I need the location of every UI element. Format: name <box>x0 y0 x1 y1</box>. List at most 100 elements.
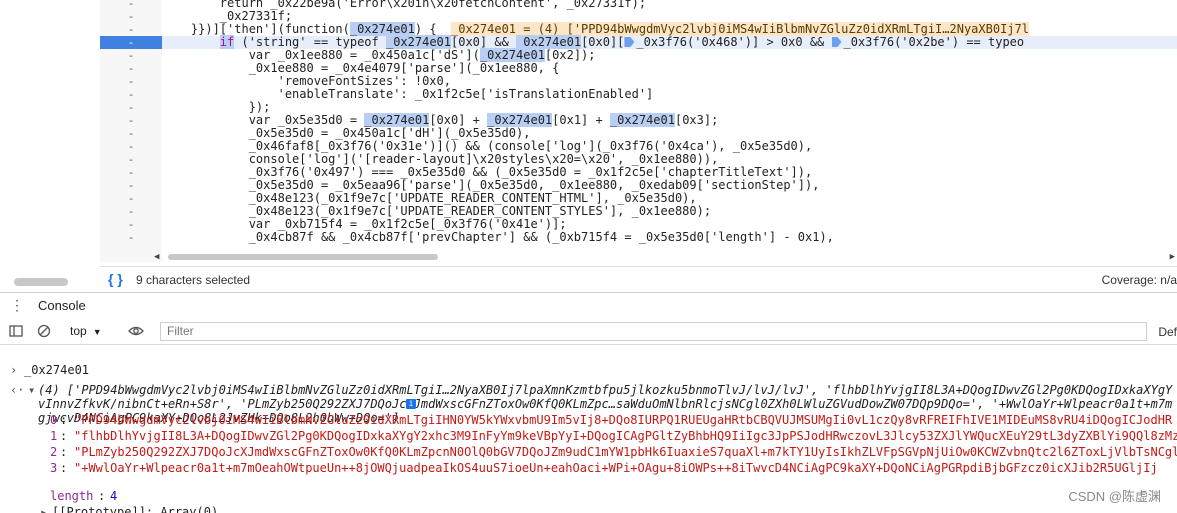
separator: : <box>60 445 68 459</box>
gutter-marker[interactable]: - <box>100 101 162 114</box>
gutter-marker[interactable]: - <box>100 179 162 192</box>
selection-status: 9 characters selected <box>136 273 251 287</box>
array-value: "PPD94bWwgdmVyc2lvbj0iMS4wIiBlbmNvZGluZz… <box>74 413 1173 427</box>
gutter-marker[interactable]: - <box>100 10 162 23</box>
watermark: CSDN @陈虚渊 <box>1068 489 1161 504</box>
code-token: ('string' == typeof <box>234 35 386 49</box>
code-token: }); <box>162 100 271 114</box>
highlighted-token: _0x274e01 <box>487 113 553 127</box>
expand-arrow-icon[interactable]: ▾ <box>28 383 35 397</box>
gutter-marker[interactable]: - <box>100 192 162 205</box>
code-token: [0x0][ <box>581 35 625 49</box>
highlighted-token: _0x274e01 <box>609 113 675 127</box>
code-token: var _0x1ee880 = _0x450a1c['dS']( <box>162 48 480 62</box>
prototype-row[interactable]: ▸ [[Prototype]]: Array(0) <box>0 491 1177 513</box>
filter-input[interactable] <box>160 322 1147 341</box>
array-index: 1 <box>50 429 58 443</box>
context-label: top <box>70 324 87 338</box>
highlighted-token: _0x274e01 <box>516 35 582 49</box>
code-token: [0x0] + <box>429 113 488 127</box>
menu-dots-icon[interactable]: ⋮ <box>10 297 24 314</box>
scroll-thumb[interactable] <box>168 254 438 260</box>
inline-value-annotation: _0x274e01 = (4) ['PPD94bWwgdmVyc2lvbj0iM… <box>451 22 1029 36</box>
code-token: _0x3f76('0x2be') == typeo <box>843 35 1025 49</box>
array-value: "flhbDlhYvjgII8L3A+DQogIDwvZGl2Pg0KDQogI… <box>74 429 1177 443</box>
gutter-marker[interactable]: - <box>100 218 162 231</box>
code-token: _0x48e123(_0x1f9e7c['UPDATE_READER_CONTE… <box>162 204 712 218</box>
sidebar-toggle-icon[interactable] <box>8 324 24 340</box>
prototype-text: [[Prototype]]: Array(0) <box>52 505 219 513</box>
gutter-marker[interactable]: - <box>100 140 162 153</box>
scroll-right-icon[interactable]: ▶ <box>1170 252 1175 262</box>
editor-status-bar: { } 9 characters selected Coverage: n/a <box>100 266 1177 292</box>
gutter-marker[interactable]: - <box>100 23 162 36</box>
gutter-marker[interactable]: - <box>100 62 162 75</box>
separator: : <box>60 461 68 475</box>
highlighted-token: _0x274e01 <box>479 48 545 62</box>
code-token: ) { <box>414 22 451 36</box>
expand-arrow-icon[interactable]: ▸ <box>40 505 47 513</box>
context-selector[interactable]: top ▼ <box>70 324 102 338</box>
code-editor[interactable]: return _0x22be9a('Error\x20in\x20fetchCo… <box>162 0 1177 262</box>
scroll-left-icon[interactable]: ◀ <box>154 252 159 262</box>
braces-icon[interactable]: { } <box>108 271 123 287</box>
gutter-marker[interactable]: - <box>100 166 162 179</box>
navigator-scrollbar[interactable] <box>14 278 68 286</box>
array-index: 0 <box>50 413 58 427</box>
clear-console-icon[interactable] <box>36 324 52 340</box>
gutter-marker[interactable]: - <box>100 153 162 166</box>
code-horizontal-scrollbar[interactable]: ◀ ▶ <box>154 252 1177 262</box>
array-index: 3 <box>50 461 58 475</box>
code-token: _0x5e35d0 = _0x5eaa96['parse'](_0x5e35d0… <box>162 178 820 192</box>
highlighted-token: _0x274e01 <box>364 113 430 127</box>
code-token: _0x1ee880 = _0x4e4079['parse'](_0x1ee880… <box>162 61 560 75</box>
gutter-marker[interactable]: - <box>100 114 162 127</box>
gutter-marker[interactable]: - <box>100 205 162 218</box>
drawer-tab-bar: ⋮ Console <box>0 292 1177 322</box>
gutter-marker[interactable]: - <box>100 231 162 244</box>
gutter-marker[interactable]: - <box>100 127 162 140</box>
array-value: "+WwlOaYr+Wlpeacr0a1t+m7mOeahOWtpueUn++8… <box>74 461 1158 475</box>
code-token: [0x0] && <box>451 35 517 49</box>
code-token: _0x5e35d0 = _0x450a1c['dH'](_0x5e35d0), <box>162 126 531 140</box>
highlighted-token: _0x274e01 <box>349 22 415 36</box>
inline-breakpoint-icon[interactable] <box>624 37 635 47</box>
console-toolbar: top ▼ Def <box>0 320 1177 345</box>
gutter-marker[interactable]: - <box>100 75 162 88</box>
code-token: [0x1] + <box>552 113 610 127</box>
gutter-marker[interactable]: - <box>100 88 162 101</box>
code-token: var _0xb715f4 = _0x1f2c5e[_0x3f76('0x41e… <box>162 217 567 231</box>
code-token: _0x46faf8[_0x3f76('0x31e')]() && (consol… <box>162 139 813 153</box>
code-line[interactable]: _0x4cb87f && _0x4cb87f['prevChapter'] &&… <box>162 231 834 244</box>
gutter-marker[interactable]: - <box>100 36 162 49</box>
gutter-marker[interactable]: - <box>100 0 162 10</box>
chevron-down-icon: ▼ <box>92 327 102 337</box>
array-index: 2 <box>50 445 58 459</box>
code-token: _0x3f76('0x497') === _0x5e35d0 && (_0x5e… <box>162 165 813 179</box>
code-token: 'removeFontSizes': !0x0, <box>162 74 451 88</box>
code-token: _0x48e123(_0x1f9e7c['UPDATE_READER_CONTE… <box>162 191 697 205</box>
line-gutter: ------------------- <box>100 0 162 262</box>
separator: : <box>60 429 68 443</box>
highlighted-token: _0x274e01 <box>385 35 451 49</box>
code-token: console['log']('[reader-layout]\x20style… <box>162 152 719 166</box>
code-token: 'enableTranslate': _0x1f2c5e['isTranslat… <box>162 87 654 101</box>
separator: : <box>60 413 68 427</box>
code-token: }})]['then'](function( <box>162 22 350 36</box>
highlighted-token: if <box>219 35 235 49</box>
tab-console[interactable]: Console <box>28 293 96 322</box>
log-levels-dropdown[interactable]: Def <box>1158 325 1177 339</box>
gutter-marker[interactable]: - <box>100 49 162 62</box>
file-navigator-pane <box>0 0 100 262</box>
code-token: _0x27331f; <box>162 9 293 23</box>
code-token: _0x3f76('0x468')] > 0x0 && <box>636 35 832 49</box>
eye-icon[interactable] <box>128 324 144 340</box>
code-token: [0x3]; <box>674 113 719 127</box>
console-output[interactable]: › _0x274e01 ‹· (4) ['PPD94bWwgdmVyc2lvbj0i… <box>0 346 1177 513</box>
code-token: [0x2]); <box>544 48 596 62</box>
code-token: var _0x5e35d0 = <box>162 113 365 127</box>
inline-breakpoint-icon[interactable] <box>831 37 842 47</box>
array-value: "PLmZyb250Q292ZXJ7DQoJcXJmdWxscGFnZToxOw… <box>74 445 1177 459</box>
info-icon[interactable]: i <box>406 399 416 409</box>
